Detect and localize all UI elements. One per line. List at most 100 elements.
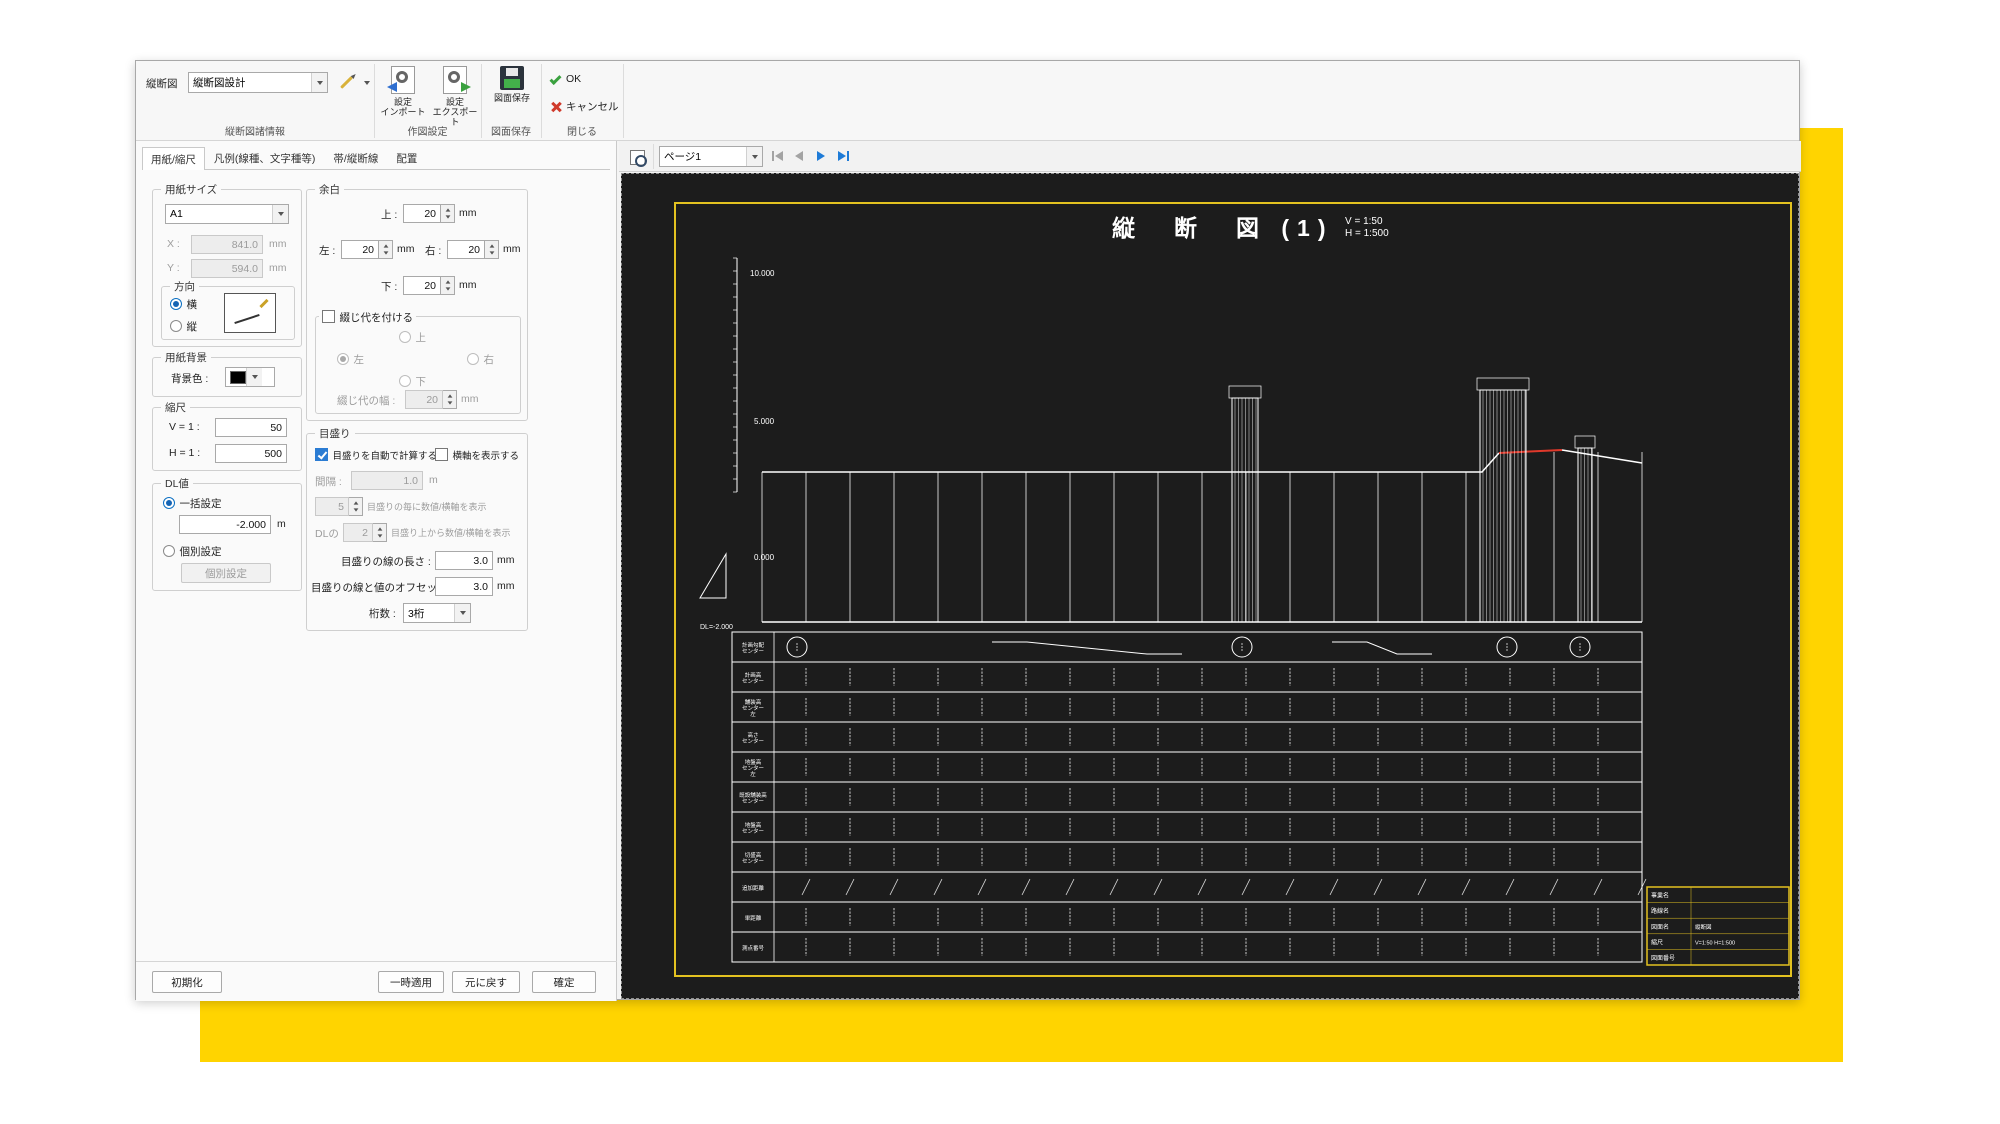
ticks-haxis-label: 横軸を表示する — [452, 451, 519, 462]
initialize-button[interactable]: 初期化 — [152, 971, 222, 993]
orientation-portrait-radio[interactable]: 縦 — [170, 317, 197, 335]
background-color-label: 背景色 : — [171, 373, 209, 385]
chevron-down-icon[interactable] — [246, 368, 262, 386]
margin-left-field[interactable] — [341, 240, 379, 259]
orientation-group: 方向 横 縦 — [161, 279, 295, 340]
tab-legend[interactable]: 凡例(線種、文字種等) — [205, 147, 325, 169]
last-page-button[interactable] — [833, 146, 853, 166]
svg-text:高さセンター: 高さセンター — [742, 731, 764, 745]
margin-top-field[interactable] — [403, 204, 441, 223]
svg-text:単距離: 単距離 — [745, 914, 762, 922]
chevron-down-icon[interactable] — [272, 205, 288, 223]
svg-text:10.000: 10.000 — [750, 269, 775, 278]
margin-bottom-field[interactable] — [403, 276, 441, 295]
settings-export-button[interactable]: 設定 エクスポート — [430, 66, 480, 127]
binding-width-label: 綴じ代の幅 : — [337, 395, 396, 407]
margin-top-spinner[interactable] — [441, 204, 455, 223]
footer-divider — [136, 961, 617, 962]
ticks-digits-combo[interactable]: 3桁 — [403, 603, 471, 623]
next-page-button[interactable] — [811, 146, 831, 166]
ticks-digits-value: 3桁 — [408, 607, 425, 620]
scale-v-label: V = 1 : — [169, 421, 200, 433]
binding-right-radio[interactable]: 右 — [467, 350, 494, 368]
cancel-label: キャンセル — [566, 101, 619, 113]
tab-layout[interactable]: 配置 — [387, 147, 426, 169]
ticks-haxis-checkbox[interactable]: 横軸を表示する — [435, 446, 519, 464]
cancel-button[interactable]: キャンセル — [550, 99, 619, 114]
ticks-dl-spinner — [373, 523, 387, 542]
orientation-landscape-radio[interactable]: 横 — [170, 295, 197, 313]
ticks-length-field[interactable] — [435, 551, 493, 570]
dl-group-label: DL値 — [161, 476, 193, 491]
binding-left-label: 左 — [353, 354, 364, 366]
save-drawing-button[interactable]: 図面保存 — [487, 66, 537, 103]
svg-text:縮尺: 縮尺 — [1651, 938, 1663, 946]
chevron-down-icon[interactable] — [746, 147, 762, 166]
ticks-interval-field — [351, 471, 423, 490]
page-combo[interactable]: ページ1 — [659, 146, 763, 167]
save-drawing-label: 図面保存 — [493, 93, 530, 103]
tab-paper-scale[interactable]: 用紙/縮尺 — [142, 147, 205, 170]
ticks-group-label: 目盛り — [315, 426, 355, 441]
svg-text:図面名: 図面名 — [1651, 923, 1669, 931]
binding-width-spinner — [443, 390, 457, 409]
edit-pencil-button[interactable] — [334, 71, 358, 94]
tab-band-profile[interactable]: 帯/縦断線 — [324, 147, 387, 169]
radio-icon — [337, 353, 349, 365]
dl-individual-button[interactable]: 個別設定 — [181, 563, 271, 583]
binding-margin-checkbox[interactable]: 綴じ代を付ける — [319, 308, 416, 326]
ticks-dl-prefix: DLの — [315, 528, 339, 540]
group-label-info: 縦断図諸情報 — [225, 127, 285, 138]
background-color-picker[interactable] — [225, 367, 275, 387]
scale-h-field[interactable] — [215, 444, 287, 463]
paper-background-group-label: 用紙背景 — [161, 350, 211, 365]
scale-v-field[interactable] — [215, 418, 287, 437]
settings-import-label: 設定 インポート — [380, 97, 426, 117]
settings-import-button[interactable]: 設定 インポート — [378, 66, 428, 117]
ticks-offset-field[interactable] — [435, 577, 493, 596]
radio-icon — [399, 331, 411, 343]
prev-page-button[interactable] — [789, 146, 809, 166]
svg-text:切盛高センター: 切盛高センター — [742, 851, 764, 865]
confirm-button[interactable]: 確定 — [532, 971, 596, 993]
preview-toolbar: ページ1 — [619, 141, 1801, 172]
paper-x-field — [191, 235, 263, 254]
revert-button[interactable]: 元に戻す — [452, 971, 520, 993]
binding-left-radio[interactable]: 左 — [337, 350, 364, 368]
group-label-draw: 作図設定 — [407, 127, 448, 138]
apply-temp-button[interactable]: 一時適用 — [378, 971, 444, 993]
zoom-fit-button[interactable] — [626, 146, 648, 168]
margin-bottom-spinner[interactable] — [441, 276, 455, 295]
chevron-down-icon[interactable] — [311, 73, 327, 92]
ticks-dl-suffix: 目盛り上から数値/横軸を表示 — [391, 528, 511, 538]
profile-combo-value: 縦断図設計 — [193, 77, 246, 89]
chevron-down-icon[interactable] — [454, 604, 470, 622]
margin-left-spinner[interactable] — [379, 240, 393, 259]
ok-button[interactable]: OK — [549, 72, 581, 86]
binding-top-radio[interactable]: 上 — [399, 328, 426, 346]
dl-individual-radio[interactable]: 個別設定 — [163, 542, 221, 560]
settings-export-icon — [443, 66, 471, 94]
paper-size-combo[interactable]: A1 — [165, 204, 289, 224]
svg-text:H = 1:500: H = 1:500 — [1345, 228, 1389, 239]
svg-text:既設舗装高センター: 既設舗装高センター — [739, 791, 767, 805]
binding-bottom-radio[interactable]: 下 — [399, 372, 426, 390]
ticks-auto-checkbox[interactable]: 目盛りを自動で計算する — [315, 446, 437, 464]
svg-text:計画高センター: 計画高センター — [742, 671, 764, 685]
radio-icon — [170, 298, 182, 310]
first-page-button[interactable] — [767, 146, 787, 166]
settings-panel: 用紙/縮尺 凡例(線種、文字種等) 帯/縦断線 配置 用紙サイズ A1 X : … — [136, 141, 617, 1001]
dl-batch-field[interactable] — [179, 515, 271, 534]
pencil-dropdown-caret[interactable] — [364, 81, 370, 85]
toolbar-separator — [623, 64, 624, 138]
ticks-length-label: 目盛りの線の長さ : — [341, 556, 431, 568]
svg-text:DL=-2.000: DL=-2.000 — [700, 624, 733, 631]
dl-batch-radio[interactable]: 一括設定 — [163, 494, 221, 512]
svg-text:事業名: 事業名 — [1651, 892, 1669, 900]
drawing-canvas[interactable]: 縦 断 図 (1) V = 1:50 H = 1:500 10.000 5.000 0.0… — [621, 173, 1799, 999]
checkbox-icon — [322, 310, 335, 323]
app-window: 縦断図 縦断図設計 設定 インポート 設定 エクスポート 図面保存 OK キャン… — [135, 60, 1801, 1001]
margin-right-field[interactable] — [447, 240, 485, 259]
margin-right-spinner[interactable] — [485, 240, 499, 259]
profile-combo[interactable]: 縦断図設計 — [188, 72, 328, 93]
